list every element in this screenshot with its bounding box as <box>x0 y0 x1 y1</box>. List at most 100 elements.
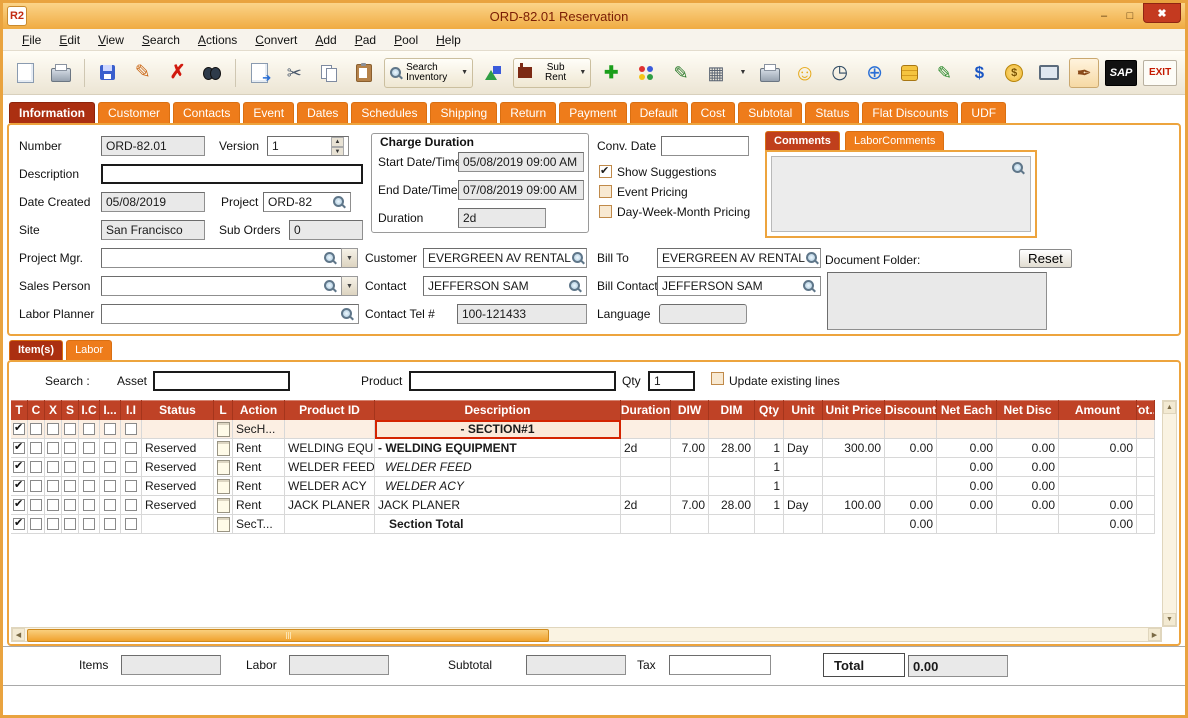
row-checkbox-s[interactable] <box>64 518 76 530</box>
row-checkbox-ic[interactable] <box>83 423 95 435</box>
cell-description[interactable]: WELDER FEED <box>375 458 621 477</box>
cell-unit_price[interactable] <box>823 458 885 477</box>
row-checkbox-t[interactable] <box>13 499 25 511</box>
tab-return[interactable]: Return <box>500 102 556 123</box>
search-icon[interactable] <box>340 307 354 321</box>
cell-discount[interactable] <box>885 477 937 496</box>
table-row[interactable]: ReservedRentWELDER ACYWELDER ACY10.000.0… <box>11 477 1155 496</box>
line-note-icon[interactable] <box>217 441 230 456</box>
cell-net_each[interactable]: 0.00 <box>937 477 997 496</box>
row-checkbox-ic[interactable] <box>83 518 95 530</box>
cell-product_id[interactable] <box>285 420 375 439</box>
sap-button[interactable]: SAP <box>1105 60 1137 86</box>
cell-unit[interactable] <box>784 515 823 534</box>
grid-view-dropdown[interactable]: ▼ <box>736 58 750 88</box>
cell-action[interactable]: Rent <box>233 458 285 477</box>
minimize-button[interactable]: – <box>1091 7 1117 25</box>
tab-laborcomments[interactable]: LaborComments <box>845 131 944 150</box>
cell-i1[interactable] <box>100 496 121 515</box>
event-pricing-checkbox[interactable] <box>599 185 612 198</box>
cell-discount[interactable]: 0.00 <box>885 496 937 515</box>
cell-description[interactable]: - SECTION#1 <box>375 420 621 439</box>
cell-s[interactable] <box>62 477 79 496</box>
project-mgr-dropdown[interactable]: ▼ <box>341 248 358 268</box>
cell-action[interactable]: SecT... <box>233 515 285 534</box>
column-header-tot[interactable]: Tot... <box>1137 400 1155 420</box>
cell-duration[interactable] <box>621 515 671 534</box>
cell-net_each[interactable]: 0.00 <box>937 439 997 458</box>
row-checkbox-i2[interactable] <box>125 461 137 473</box>
cell-t[interactable] <box>11 458 28 477</box>
search-icon[interactable] <box>805 251 819 265</box>
cell-amount[interactable]: 0.00 <box>1059 496 1137 515</box>
cell-c[interactable] <box>28 515 45 534</box>
bill-to-field[interactable]: EVERGREEN AV RENTAL <box>657 248 821 268</box>
cell-s[interactable] <box>62 458 79 477</box>
sales-person-field[interactable] <box>101 276 342 296</box>
cell-c[interactable] <box>28 420 45 439</box>
tab-default[interactable]: Default <box>630 102 688 123</box>
cell-net_each[interactable]: 0.00 <box>937 496 997 515</box>
tab-items[interactable]: Item(s) <box>9 340 63 360</box>
column-header-diw[interactable]: DIW <box>671 400 709 420</box>
column-header-x[interactable]: X <box>45 400 62 420</box>
table-row[interactable]: ReservedRentWELDER FEEDWELDER FEED10.000… <box>11 458 1155 477</box>
row-checkbox-c[interactable] <box>30 461 42 473</box>
cell-ic[interactable] <box>79 458 100 477</box>
column-header-c[interactable]: C <box>28 400 45 420</box>
cell-ic[interactable] <box>79 439 100 458</box>
horizontal-scroll-thumb[interactable] <box>27 629 549 642</box>
cell-tot[interactable] <box>1137 496 1155 515</box>
feedback-button[interactable]: ☺ <box>790 58 820 88</box>
cell-duration[interactable]: 2d <box>621 496 671 515</box>
cell-i2[interactable] <box>121 496 142 515</box>
tab-udf[interactable]: UDF <box>961 102 1006 123</box>
cell-tot[interactable] <box>1137 420 1155 439</box>
show-suggestions-checkbox[interactable] <box>599 165 612 178</box>
tab-payment[interactable]: Payment <box>559 102 626 123</box>
scroll-down-button[interactable]: ▼ <box>1163 613 1176 626</box>
cell-amount[interactable] <box>1059 420 1137 439</box>
asset-input[interactable] <box>153 371 290 391</box>
cell-description[interactable]: WELDER ACY <box>375 477 621 496</box>
cell-duration[interactable]: 2d <box>621 439 671 458</box>
highlight-brush-button[interactable]: ✒ <box>1069 58 1099 88</box>
line-note-icon[interactable] <box>217 460 230 475</box>
tab-contacts[interactable]: Contacts <box>173 102 240 123</box>
line-note-icon[interactable] <box>217 422 230 437</box>
tab-subtotal[interactable]: Subtotal <box>738 102 802 123</box>
row-checkbox-ic[interactable] <box>83 480 95 492</box>
print-button[interactable] <box>46 58 76 88</box>
table-row[interactable]: SecH...- SECTION#1 <box>11 420 1155 439</box>
tab-schedules[interactable]: Schedules <box>351 102 427 123</box>
vertical-scrollbar[interactable]: ▲ ▼ <box>1162 400 1177 627</box>
column-header-status[interactable]: Status <box>142 400 214 420</box>
version-spinner[interactable]: ▲▼ <box>331 137 344 155</box>
menu-add[interactable]: Add <box>306 31 345 49</box>
menu-view[interactable]: View <box>89 31 133 49</box>
cell-diw[interactable] <box>671 420 709 439</box>
cell-net_disc[interactable]: 0.00 <box>997 496 1059 515</box>
notes-button[interactable]: ✎ <box>666 58 696 88</box>
menu-actions[interactable]: Actions <box>189 31 246 49</box>
cell-status[interactable] <box>142 420 214 439</box>
cell-dim[interactable] <box>709 420 755 439</box>
cell-duration[interactable] <box>621 458 671 477</box>
description-field[interactable] <box>101 164 363 184</box>
sub-orders-field[interactable]: 0 <box>289 220 363 240</box>
row-checkbox-i2[interactable] <box>125 442 137 454</box>
copy-button[interactable] <box>314 58 344 88</box>
column-header-qty[interactable]: Qty <box>755 400 784 420</box>
row-checkbox-t[interactable] <box>13 461 25 473</box>
cell-qty[interactable] <box>755 515 784 534</box>
language-field[interactable] <box>659 304 747 324</box>
cell-amount[interactable] <box>1059 458 1137 477</box>
tab-status[interactable]: Status <box>805 102 859 123</box>
cell-unit_price[interactable] <box>823 477 885 496</box>
cell-action[interactable]: Rent <box>233 439 285 458</box>
column-header-dim[interactable]: DIM <box>709 400 755 420</box>
row-checkbox-s[interactable] <box>64 442 76 454</box>
cell-unit_price[interactable]: 100.00 <box>823 496 885 515</box>
cell-i1[interactable] <box>100 458 121 477</box>
column-header-duration[interactable]: Duration <box>621 400 671 420</box>
